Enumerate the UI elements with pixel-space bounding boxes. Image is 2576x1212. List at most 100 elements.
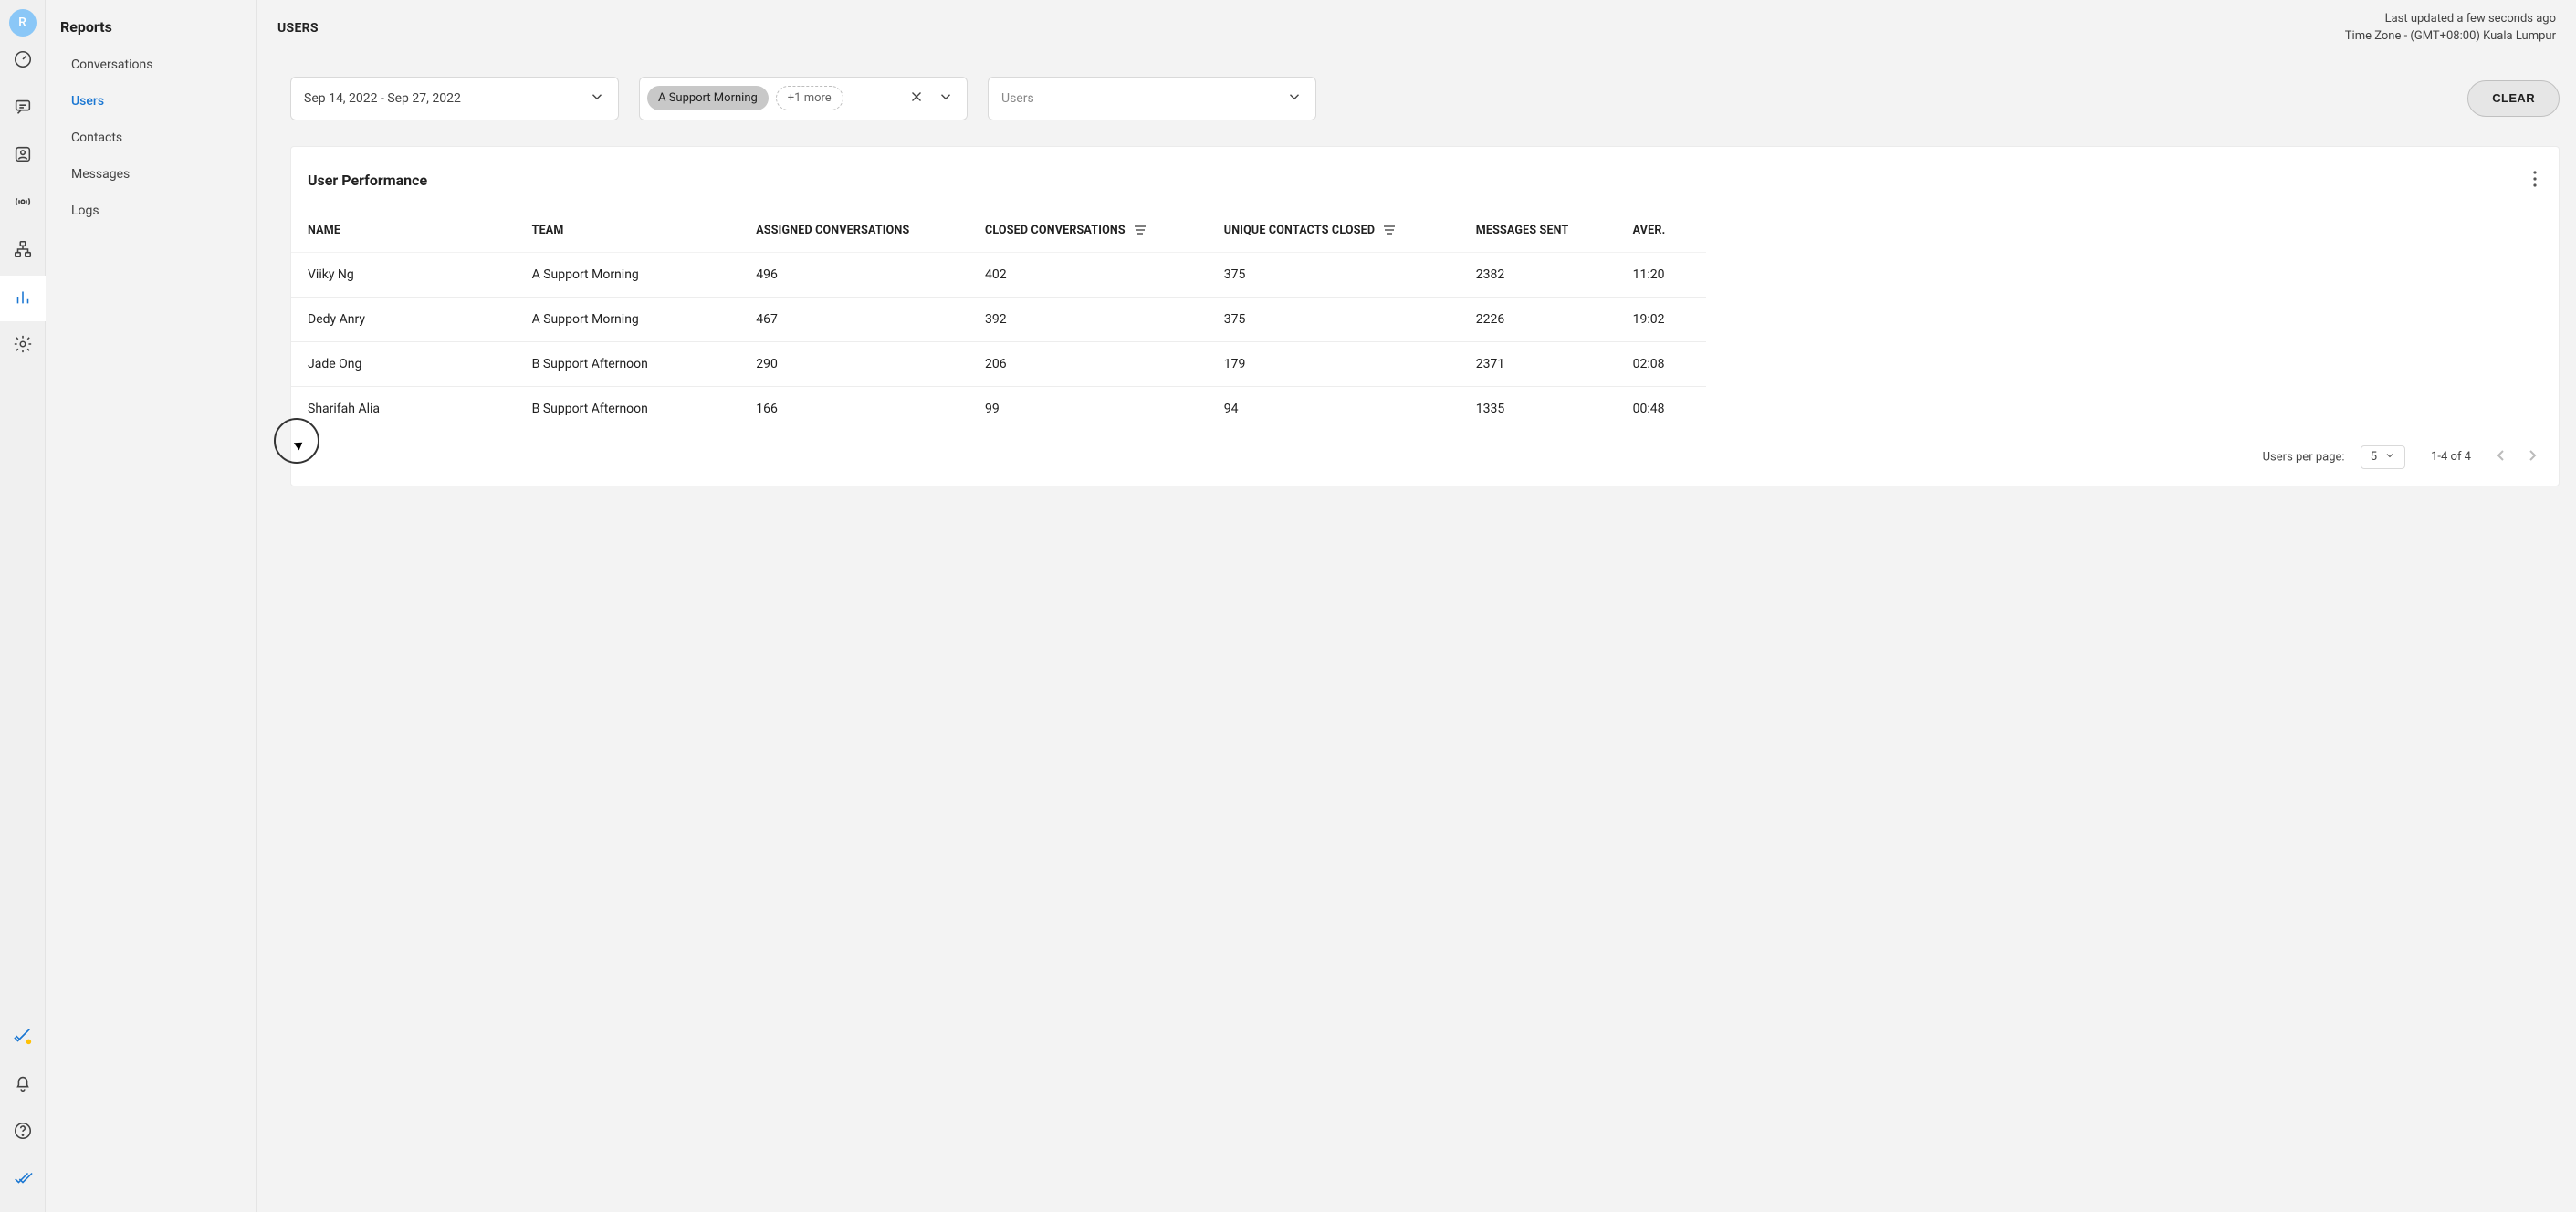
cell-sent: 2371 [1460,341,1617,386]
col-name[interactable]: NAME [291,209,516,253]
main-content: USERS Last updated a few seconds ago Tim… [257,0,2576,1212]
col-closed[interactable]: CLOSED CONVERSATIONS [969,209,1208,253]
pager-next[interactable] [2528,449,2537,465]
team-chip[interactable]: A Support Morning [647,86,769,110]
nav-notifications[interactable] [0,1062,46,1108]
nav-chat[interactable] [0,86,46,131]
user-performance-card: User Performance NAME TEAM ASSIGNED CONV… [290,146,2560,486]
nav-broadcast[interactable] [0,181,46,226]
timezone-text: Time Zone - (GMT+08:00) Kuala Lumpur [2345,28,2556,46]
table-row[interactable]: Viiky NgA Support Morning496402375238211… [291,252,1706,297]
cell-avg: 00:48 [1617,386,1706,431]
user-performance-table: NAME TEAM ASSIGNED CONVERSATIONS CLOSED … [291,209,1706,431]
team-filter[interactable]: A Support Morning +1 more [639,77,968,120]
help-icon [13,1121,33,1144]
table-header-row: NAME TEAM ASSIGNED CONVERSATIONS CLOSED … [291,209,1706,253]
page-title: USERS [277,21,319,36]
card-menu-button[interactable] [2528,167,2542,194]
date-range-picker[interactable]: Sep 14, 2022 - Sep 27, 2022 [290,77,619,120]
cell-unique: 375 [1208,297,1460,341]
kebab-icon [2533,176,2537,191]
team-more-chip[interactable]: +1 more [776,86,843,110]
table-row[interactable]: Sharifah AliaB Support Afternoon16699941… [291,386,1706,431]
cell-sent: 1335 [1460,386,1617,431]
nav-contacts[interactable] [0,133,46,179]
sort-icon [1134,225,1147,235]
col-sent[interactable]: MESSAGES SENT [1460,209,1617,253]
icon-nav: R [0,0,46,1212]
nav-status[interactable] [0,1015,46,1060]
double-check-icon [13,1168,33,1192]
sidebar-item-logs[interactable]: Logs [46,193,256,229]
nav-logo[interactable] [0,1157,46,1203]
reports-sidebar: Reports Conversations Users Contacts Mes… [46,0,257,1212]
cell-closed: 402 [969,252,1208,297]
card-title: User Performance [308,172,427,189]
broadcast-icon [13,192,33,215]
nav-reports[interactable] [0,276,46,321]
bell-icon [13,1073,33,1097]
cell-closed: 392 [969,297,1208,341]
cell-avg: 11:20 [1617,252,1706,297]
cell-assigned: 290 [739,341,969,386]
cell-assigned: 166 [739,386,969,431]
per-page-label: Users per page: [2263,450,2345,464]
status-check-icon [13,1026,33,1050]
clear-teams-icon[interactable] [908,89,925,109]
chevron-down-icon [1286,89,1303,109]
chevron-down-icon [589,89,605,109]
table-scroll[interactable]: NAME TEAM ASSIGNED CONVERSATIONS CLOSED … [291,209,2559,431]
page-header: USERS Last updated a few seconds ago Tim… [257,0,2576,57]
chevron-down-icon [2384,450,2395,465]
cell-name: Sharifah Alia [291,386,516,431]
nav-workflow[interactable] [0,228,46,274]
nav-help[interactable] [0,1110,46,1155]
filter-bar: Sep 14, 2022 - Sep 27, 2022 A Support Mo… [257,57,2576,130]
cell-unique: 179 [1208,341,1460,386]
last-updated-text: Last updated a few seconds ago [2345,11,2556,28]
gauge-icon [13,49,33,73]
cell-closed: 206 [969,341,1208,386]
table-pager: Users per page: 5 1-4 of 4 [291,431,2559,476]
sidebar-item-contacts[interactable]: Contacts [46,120,256,156]
contact-icon [13,144,33,168]
table-row[interactable]: Jade OngB Support Afternoon2902061792371… [291,341,1706,386]
nav-dashboard[interactable] [0,38,46,84]
col-avg[interactable]: AVER. [1617,209,1706,253]
per-page-select[interactable]: 5 [2361,445,2405,469]
bar-chart-icon [13,287,33,310]
page-meta: Last updated a few seconds ago Time Zone… [2345,11,2556,46]
pager-prev[interactable] [2497,449,2506,465]
sidebar-title: Reports [46,18,256,47]
workflow-icon [13,239,33,263]
nav-settings[interactable] [0,323,46,369]
sidebar-item-conversations[interactable]: Conversations [46,47,256,83]
chat-icon [13,97,33,120]
chevron-down-icon[interactable] [937,89,954,109]
cell-sent: 2382 [1460,252,1617,297]
col-team[interactable]: TEAM [516,209,740,253]
users-placeholder: Users [1001,91,1034,106]
cell-avg: 02:08 [1617,341,1706,386]
sidebar-item-messages[interactable]: Messages [46,156,256,193]
cell-assigned: 467 [739,297,969,341]
cell-avg: 19:02 [1617,297,1706,341]
cell-sent: 2226 [1460,297,1617,341]
gear-icon [13,334,33,358]
cell-team: A Support Morning [516,297,740,341]
cell-unique: 375 [1208,252,1460,297]
cell-unique: 94 [1208,386,1460,431]
cell-name: Dedy Anry [291,297,516,341]
cell-team: B Support Afternoon [516,341,740,386]
sidebar-item-users[interactable]: Users [46,83,256,120]
cell-team: B Support Afternoon [516,386,740,431]
table-row[interactable]: Dedy AnryA Support Morning46739237522261… [291,297,1706,341]
col-assigned[interactable]: ASSIGNED CONVERSATIONS [739,209,969,253]
cell-name: Jade Ong [291,341,516,386]
avatar[interactable]: R [9,9,37,37]
col-unique[interactable]: UNIQUE CONTACTS CLOSED [1208,209,1460,253]
clear-button[interactable]: CLEAR [2467,80,2560,117]
users-filter[interactable]: Users [988,77,1316,120]
cell-assigned: 496 [739,252,969,297]
cell-name: Viiky Ng [291,252,516,297]
